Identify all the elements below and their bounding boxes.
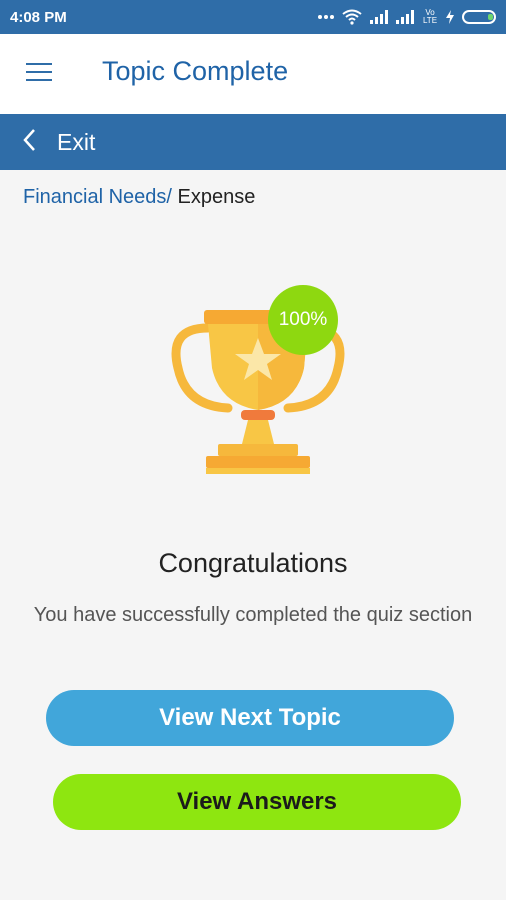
battery-icon [462, 10, 496, 24]
chevron-left-icon[interactable] [22, 128, 36, 152]
status-icons: Vo LTE [318, 9, 496, 25]
breadcrumb: Financial Needs/ Expense [23, 186, 255, 209]
charging-icon [446, 10, 454, 24]
app-bar: Topic Complete [0, 34, 506, 114]
congratulations-heading: Congratulations [158, 548, 348, 578]
signal-icon [370, 10, 388, 24]
signal-icon [396, 10, 414, 24]
volte-icon: Vo LTE [422, 8, 438, 25]
wifi-icon [342, 9, 362, 25]
percent-badge: 100% [268, 285, 338, 355]
status-time: 4:08 PM [10, 8, 67, 26]
view-next-topic-button[interactable]: View Next Topic [46, 690, 454, 746]
completion-message: You have successfully completed the quiz… [33, 604, 473, 626]
sub-bar: Exit [0, 114, 506, 170]
hamburger-icon[interactable] [26, 63, 52, 83]
exit-button[interactable]: Exit [57, 129, 95, 156]
page-title: Topic Complete [102, 56, 289, 86]
breadcrumb-current: Expense [171, 186, 256, 208]
breadcrumb-parent[interactable]: Financial Needs/ [23, 186, 172, 208]
view-answers-button[interactable]: View Answers [53, 774, 461, 830]
status-bar: 4:08 PM Vo LTE [0, 0, 506, 34]
more-icon [318, 15, 334, 19]
